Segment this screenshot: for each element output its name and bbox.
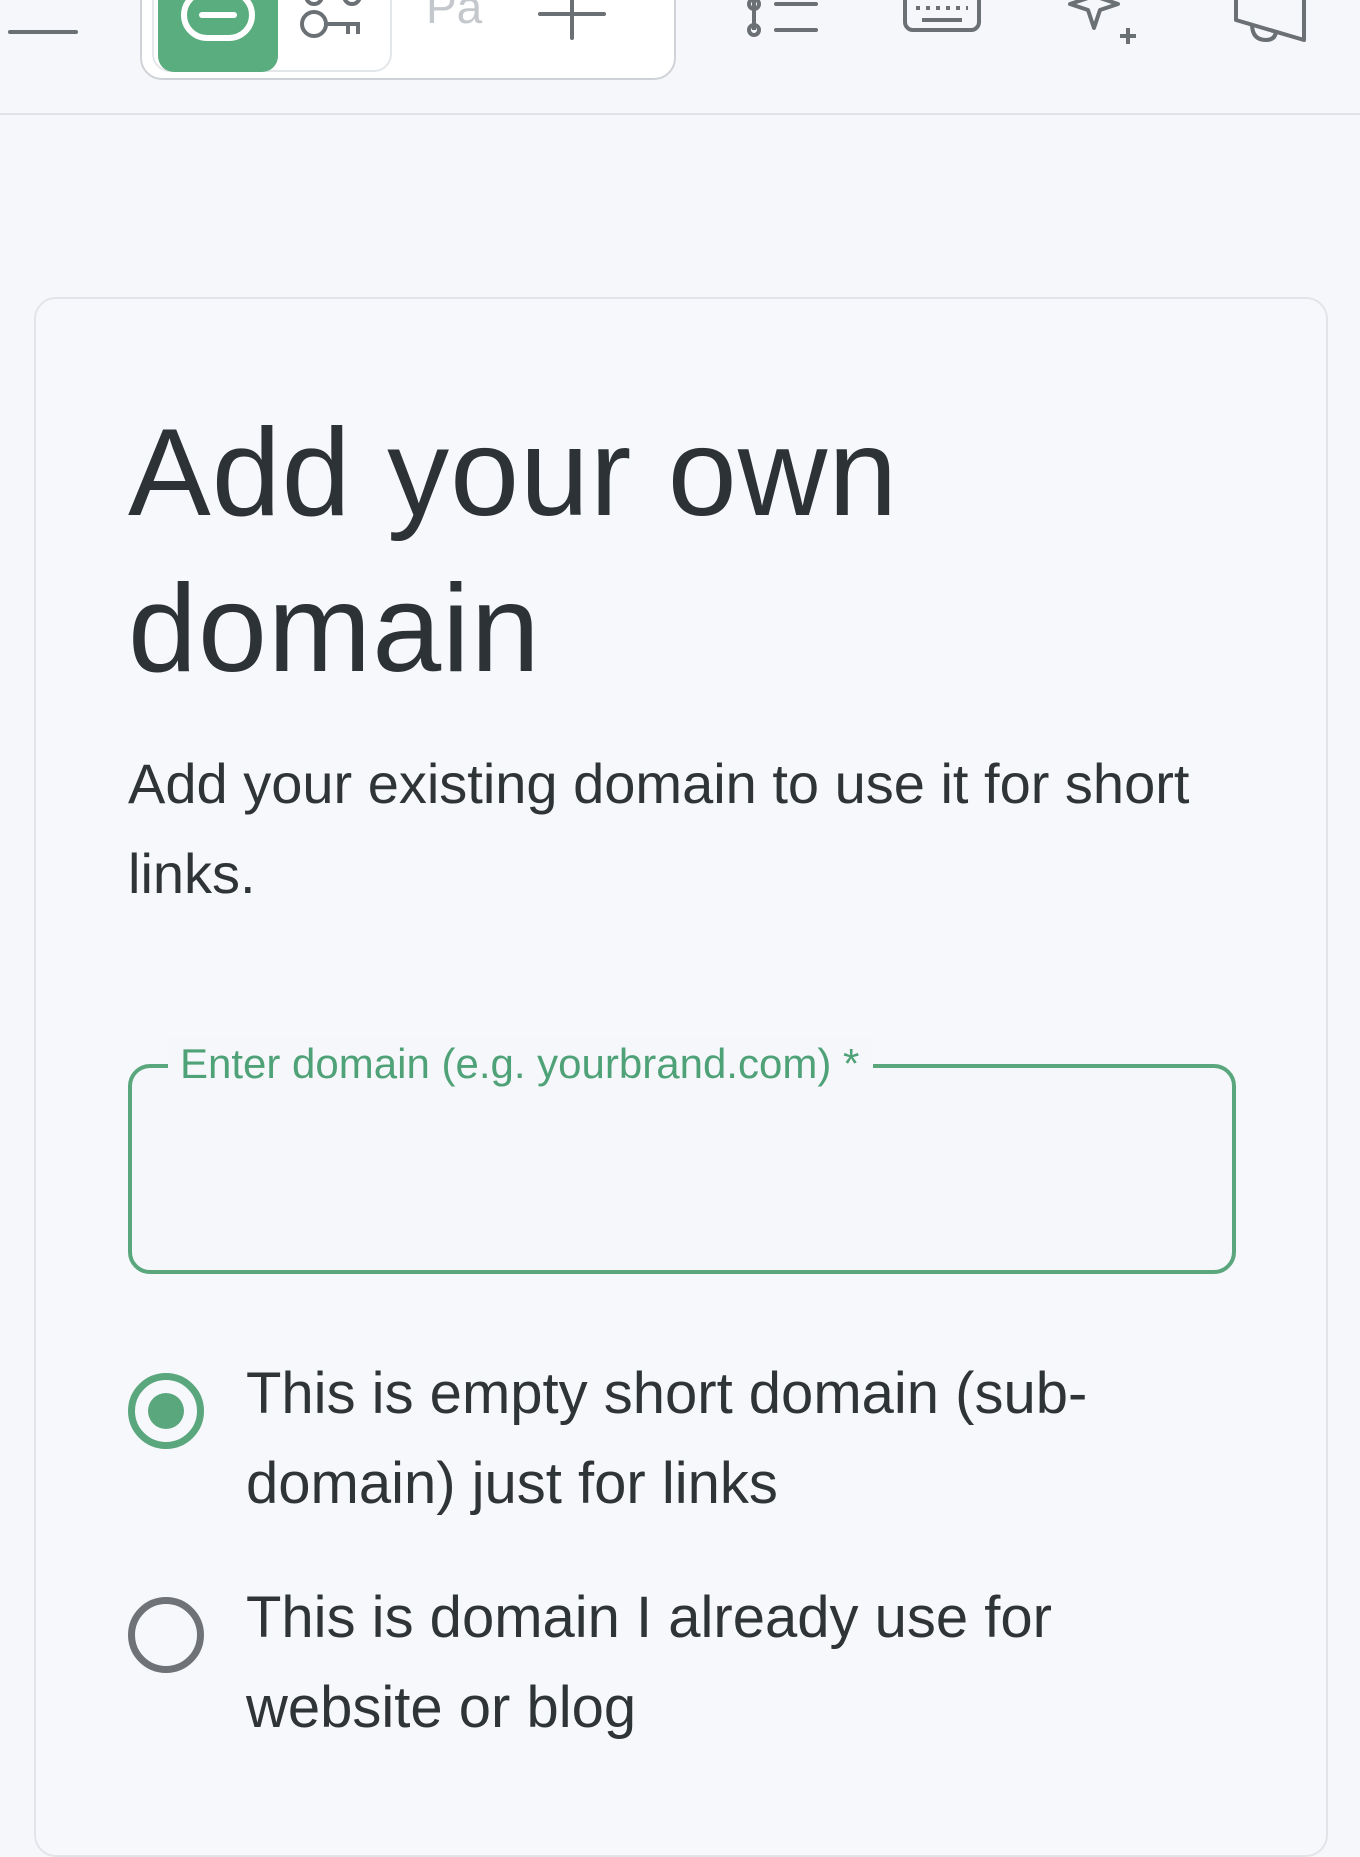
domain-field[interactable]: Enter domain (e.g. yourbrand.com) * (128, 1038, 1236, 1274)
key-icon (300, 0, 362, 38)
radio-unselected-icon[interactable] (128, 1597, 204, 1673)
page-tab-label[interactable]: Pa (426, 0, 482, 30)
add-button[interactable] (532, 0, 612, 42)
top-toolbar: Pa (0, 0, 1360, 115)
menu-icon[interactable] (8, 0, 78, 47)
keyboard-icon[interactable] (902, 0, 982, 45)
sparkle-icon[interactable] (1064, 0, 1144, 51)
link-mode-button[interactable] (158, 0, 278, 72)
page-title: Add your own domain (128, 404, 899, 698)
option-label[interactable]: This is empty short domain (sub-domain) … (246, 1349, 1246, 1529)
megaphone-icon[interactable] (1230, 0, 1310, 51)
link-icon (181, 0, 255, 41)
mode-segment-group (152, 0, 392, 72)
list-icon[interactable] (740, 0, 820, 55)
key-mode-button[interactable] (284, 0, 388, 72)
domain-input[interactable] (162, 1128, 1206, 1220)
add-domain-card: Add your own domain Add your existing do… (34, 297, 1328, 1857)
mode-switcher: Pa (140, 0, 676, 80)
radio-selected-icon[interactable] (128, 1373, 204, 1449)
domain-field-label: Enter domain (e.g. yourbrand.com) * (168, 1038, 874, 1090)
page-subtitle: Add your existing domain to use it for s… (128, 752, 1190, 905)
option-label[interactable]: This is domain I already use for website… (246, 1573, 1246, 1753)
plus-icon (538, 0, 606, 40)
